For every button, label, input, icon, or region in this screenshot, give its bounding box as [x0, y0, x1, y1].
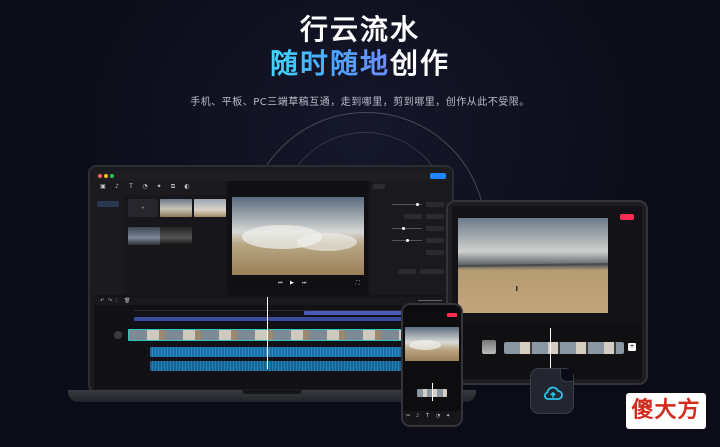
param-row [374, 238, 446, 243]
media-panel: ＋ [124, 195, 226, 295]
phone-tool-icon[interactable]: T [426, 413, 429, 419]
media-thumb[interactable] [128, 227, 160, 245]
phone-preview-frame [405, 327, 459, 361]
window-max-dot[interactable] [110, 174, 114, 178]
param-row [374, 250, 446, 255]
text-track[interactable] [134, 317, 404, 321]
phone-playhead[interactable] [432, 383, 433, 401]
text-icon[interactable]: T [126, 183, 136, 193]
fullscreen-icon[interactable]: ⛶ [356, 280, 360, 286]
sidebar-item-local[interactable] [97, 201, 119, 207]
phone-export-button[interactable] [447, 313, 457, 317]
tablet-video-track[interactable] [504, 342, 624, 354]
slider-knob[interactable] [402, 227, 405, 230]
video-track[interactable] [128, 329, 408, 341]
param-row [374, 214, 446, 219]
param-row [374, 226, 446, 231]
window-min-dot[interactable] [104, 174, 108, 178]
media-thumb[interactable] [194, 199, 226, 217]
tablet-device: + [446, 200, 648, 385]
zoom-slider[interactable] [418, 300, 442, 301]
reset-button[interactable] [398, 269, 416, 274]
laptop-notch [242, 390, 302, 394]
cloud-sync-badge [530, 368, 574, 414]
cover-button[interactable] [114, 331, 122, 339]
tablet-export-button[interactable] [620, 214, 634, 220]
sidebar-item-library[interactable] [97, 211, 119, 217]
play-icon[interactable]: ▶ [290, 280, 294, 286]
watermark-logo: 傻大方 [626, 393, 706, 429]
hero-subtitle-title: 随时随地创作 [0, 42, 720, 82]
tab-screen[interactable] [373, 184, 385, 189]
number-input[interactable] [404, 214, 422, 219]
media-sidebar [94, 195, 124, 295]
number-input[interactable] [426, 214, 444, 219]
timeline-toolbar: ↶ ↷ ⫶ 🗑 [94, 297, 450, 305]
export-button[interactable] [430, 173, 446, 179]
media-toolbar: ▣ ♪ T ◔ ✦ ⧉ ◐ [94, 181, 226, 195]
laptop-screen: ▣ ♪ T ◔ ✦ ⧉ ◐ ＋ ⏮ ▶ ⏭ ⛶ ↶ ↷ ⫶ 🗑 [88, 165, 454, 393]
desktop-editor: ▣ ♪ T ◔ ✦ ⧉ ◐ ＋ ⏮ ▶ ⏭ ⛶ ↶ ↷ ⫶ 🗑 [94, 171, 450, 389]
number-input[interactable] [426, 238, 444, 243]
param-row [374, 202, 446, 207]
timeline: ↶ ↷ ⫶ 🗑 [94, 297, 450, 389]
phone-tool-icon[interactable]: ♪ [416, 413, 419, 419]
delete-icon[interactable]: 🗑 [124, 298, 130, 304]
tablet-editor: + [452, 206, 642, 379]
window-close-dot[interactable] [98, 174, 102, 178]
apply-all-button[interactable] [420, 269, 444, 274]
number-input[interactable] [426, 202, 444, 207]
tab-audio[interactable] [388, 184, 400, 189]
title-bar [94, 171, 450, 181]
tagline: 手机、平板、PC三端草稿互通，走到哪里，剪到哪里，创作从此不受限。 [190, 97, 530, 108]
number-input[interactable] [426, 226, 444, 231]
preview-frame [232, 197, 364, 275]
audio-track[interactable] [150, 347, 408, 357]
hero-rest: 创作 [390, 47, 451, 80]
audio-icon[interactable]: ♪ [112, 183, 122, 193]
media-thumb[interactable] [160, 199, 192, 217]
phone-tool-icon[interactable]: ✦ [446, 413, 450, 419]
playhead[interactable] [267, 297, 268, 369]
preview-player: ⏮ ▶ ⏭ ⛶ [228, 181, 368, 295]
hero-highlight: 随时随地 [269, 47, 390, 80]
media-icon[interactable]: ▣ [98, 183, 108, 193]
prev-frame-icon[interactable]: ⏮ [278, 280, 283, 286]
transition-icon[interactable]: ⧉ [168, 183, 178, 193]
tablet-playhead[interactable] [550, 328, 551, 368]
phone-toolbar: ✂ ♪ T ◔ ✦ [403, 411, 461, 425]
effect-track[interactable] [304, 311, 404, 315]
slider-knob[interactable] [416, 203, 419, 206]
filter-icon[interactable]: ◐ [182, 183, 192, 193]
media-thumb[interactable] [160, 227, 192, 245]
tablet-cover-thumb[interactable] [482, 340, 496, 354]
phone-tool-icon[interactable]: ◔ [436, 413, 440, 419]
effects-icon[interactable]: ✦ [154, 183, 164, 193]
undo-icon[interactable]: ↶ [100, 298, 104, 304]
import-button[interactable]: ＋ [128, 199, 158, 217]
phone-device: ✂ ♪ T ◔ ✦ [401, 303, 463, 427]
next-frame-icon[interactable]: ⏭ [302, 280, 307, 286]
slider-knob[interactable] [406, 239, 409, 242]
phone-tool-icon[interactable]: ✂ [406, 413, 410, 419]
number-input[interactable] [426, 250, 444, 255]
tab-speed[interactable] [403, 184, 415, 189]
tablet-preview-frame [458, 218, 608, 313]
tablet-add-button[interactable]: + [628, 343, 636, 351]
inspector-panel [370, 181, 450, 295]
sticker-icon[interactable]: ◔ [140, 183, 150, 193]
cloud-icon [544, 386, 563, 400]
player-controls: ⏮ ▶ ⏭ ⛶ [228, 279, 368, 289]
split-icon[interactable]: ⫶ [116, 298, 117, 304]
redo-icon[interactable]: ↷ [108, 298, 112, 304]
audio-track[interactable] [150, 361, 408, 371]
